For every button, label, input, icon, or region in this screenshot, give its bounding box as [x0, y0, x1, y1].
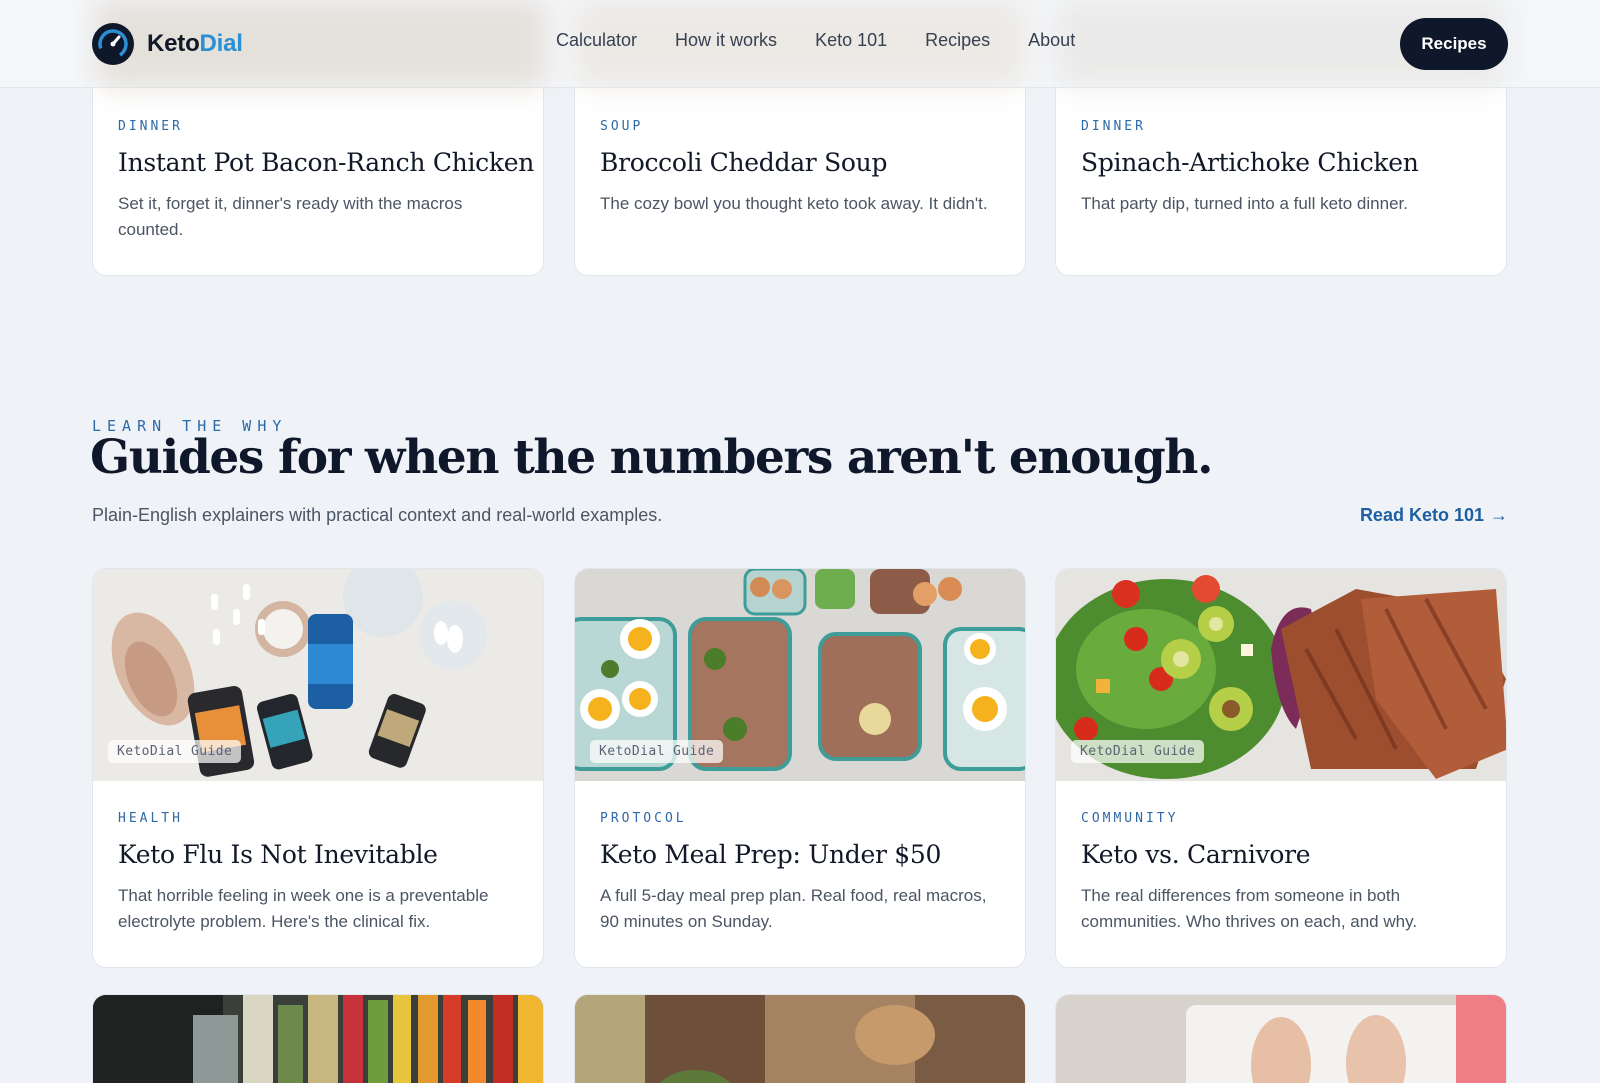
guide-card[interactable]: KetoDial Guide HEALTH Keto Flu Is Not In…	[92, 568, 544, 968]
recipe-title[interactable]: Instant Pot Bacon-Ranch Chicken	[118, 148, 534, 177]
guide-badge: KetoDial Guide	[1071, 740, 1205, 763]
kitchen-scene-image	[575, 995, 1025, 1083]
site-header: KetoDial Calculator How it works Keto 10…	[0, 0, 1600, 88]
guide-description: The real differences from someone in bot…	[1081, 886, 1418, 931]
nav-about[interactable]: About	[1028, 30, 1075, 51]
recipe-description: That party dip, turned into a full keto …	[1081, 194, 1408, 213]
scale-feet-image	[1056, 995, 1506, 1083]
recipe-category: DINNER	[1081, 119, 1146, 134]
guide-description: That horrible feeling in week one is a p…	[118, 886, 489, 931]
brand-name: KetoDial	[147, 30, 243, 58]
brand-logo[interactable]: KetoDial	[92, 22, 243, 66]
recipe-category: DINNER	[118, 119, 183, 134]
guide-badge: KetoDial Guide	[590, 740, 724, 763]
guide-card[interactable]: KetoDial Guide COMMUNITY Keto vs. Carniv…	[1055, 568, 1507, 968]
brand-name-dial: Dial	[199, 30, 243, 57]
recipe-title[interactable]: Spinach-Artichoke Chicken	[1081, 148, 1481, 177]
recipe-card[interactable]: SOUP Broccoli Cheddar Soup The cozy bowl…	[574, 60, 1026, 276]
guide-title[interactable]: Keto Flu Is Not Inevitable	[118, 840, 518, 869]
nav-recipes[interactable]: Recipes	[925, 30, 990, 51]
brand-name-keto: Keto	[147, 30, 200, 57]
guide-card[interactable]: KetoDial Guide PROTOCOL Keto Meal Prep: …	[574, 568, 1026, 968]
recipe-description: Set it, forget it, dinner's ready with t…	[118, 194, 463, 239]
grocery-shelf-image	[93, 995, 543, 1083]
guide-image: KetoDial Guide	[93, 569, 543, 781]
main-nav: Calculator How it works Keto 101 Recipes…	[556, 30, 1075, 51]
read-keto-101-label: Read Keto 101	[1359, 505, 1484, 525]
guide-card[interactable]	[1055, 994, 1507, 1083]
recipe-card[interactable]: DINNER Spinach-Artichoke Chicken That pa…	[1055, 60, 1507, 276]
guide-category: COMMUNITY	[1081, 811, 1179, 826]
recipes-cta-button[interactable]: Recipes	[1400, 18, 1508, 70]
nav-keto-101[interactable]: Keto 101	[815, 30, 887, 51]
read-keto-101-link[interactable]: Read Keto 101 →	[1360, 505, 1508, 526]
guide-card[interactable]	[92, 994, 544, 1083]
arrow-right-icon: →	[1490, 505, 1508, 525]
recipe-card[interactable]: DINNER Instant Pot Bacon-Ranch Chicken S…	[92, 60, 544, 276]
guide-image: KetoDial Guide	[1056, 569, 1506, 781]
guide-title[interactable]: Keto vs. Carnivore	[1081, 840, 1481, 869]
nav-how-it-works[interactable]: How it works	[675, 30, 777, 51]
guide-title[interactable]: Keto Meal Prep: Under $50	[600, 840, 1000, 869]
recipe-category: SOUP	[600, 119, 644, 134]
section-title: Guides for when the numbers aren't enoug…	[90, 430, 1213, 485]
dial-icon	[92, 23, 134, 65]
guide-badge: KetoDial Guide	[108, 740, 242, 763]
recipe-description: The cozy bowl you thought keto took away…	[600, 194, 988, 213]
guide-category: HEALTH	[118, 811, 183, 826]
guide-image: KetoDial Guide	[575, 569, 1025, 781]
guide-card[interactable]	[574, 994, 1026, 1083]
recipe-title[interactable]: Broccoli Cheddar Soup	[600, 148, 1000, 177]
guide-description: A full 5-day meal prep plan. Real food, …	[600, 886, 987, 931]
nav-calculator[interactable]: Calculator	[556, 30, 637, 51]
guide-category: PROTOCOL	[600, 811, 687, 826]
section-subtitle: Plain-English explainers with practical …	[92, 505, 663, 525]
